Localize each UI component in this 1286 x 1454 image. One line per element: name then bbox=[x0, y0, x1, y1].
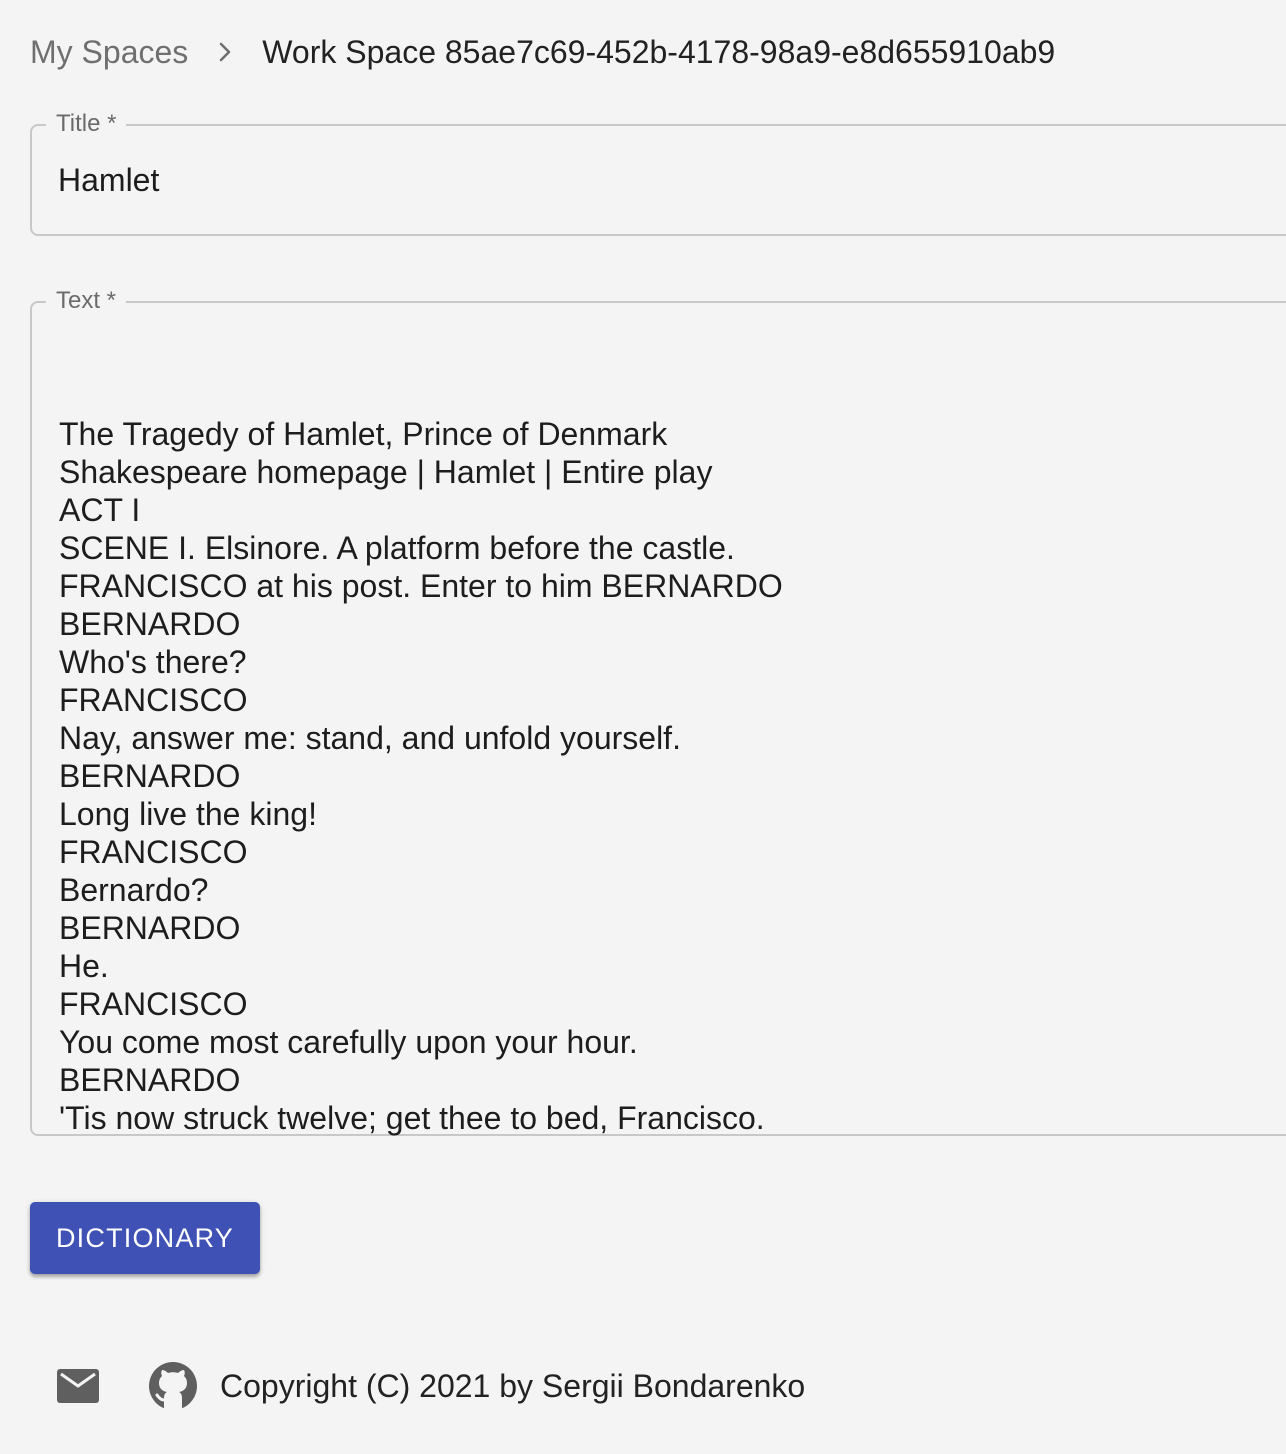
text-line: He. bbox=[59, 948, 109, 984]
text-line: Nay, answer me: stand, and unfold yourse… bbox=[59, 720, 681, 756]
text-line: Bernardo? bbox=[59, 872, 209, 908]
mail-icon[interactable] bbox=[56, 1358, 100, 1414]
title-field: Title * bbox=[30, 109, 1286, 236]
text-line: ACT I bbox=[59, 492, 141, 528]
title-field-label: Title * bbox=[46, 109, 127, 139]
text-line: FRANCISCO at his post. Enter to him BERN… bbox=[59, 568, 783, 604]
text-line: You come most carefully upon your hour. bbox=[59, 1024, 638, 1060]
text-line: 'Tis now struck twelve; get thee to bed,… bbox=[59, 1100, 765, 1136]
copyright-text: Copyright (C) 2021 by Sergii Bondarenko bbox=[220, 1367, 806, 1404]
text-line: SCENE I. Elsinore. A platform before the… bbox=[59, 530, 735, 566]
text-line: Shakespeare homepage | Hamlet | Entire p… bbox=[59, 454, 713, 490]
breadcrumb-current-workspace: Work Space 85ae7c69-452b-4178-98a9-e8d65… bbox=[262, 33, 1056, 70]
text-line: The Tragedy of Hamlet, Prince of Denmark bbox=[59, 416, 668, 452]
text-line: BERNARDO bbox=[59, 910, 241, 946]
text-line: BERNARDO bbox=[59, 758, 241, 794]
text-line: FRANCISCO bbox=[59, 986, 248, 1022]
title-input[interactable] bbox=[58, 160, 1158, 200]
text-textarea[interactable]: The Tragedy of Hamlet, Prince of Denmark… bbox=[59, 377, 1259, 1137]
text-line: BERNARDO bbox=[59, 1062, 241, 1098]
text-line: Who's there? bbox=[59, 644, 247, 680]
text-line: BERNARDO bbox=[59, 606, 241, 642]
text-line: FRANCISCO bbox=[59, 682, 248, 718]
github-icon[interactable] bbox=[148, 1358, 198, 1414]
breadcrumb-my-spaces-link[interactable]: My Spaces bbox=[30, 34, 188, 71]
text-line: Long live the king! bbox=[59, 796, 317, 832]
dictionary-button[interactable]: DICTIONARY bbox=[30, 1202, 260, 1274]
text-field: Text * The Tragedy of Hamlet, Prince of … bbox=[30, 286, 1286, 1137]
breadcrumb: My Spaces Work Space 85ae7c69-452b-4178-… bbox=[30, 28, 1055, 76]
text-line bbox=[59, 377, 1259, 415]
text-field-label: Text * bbox=[46, 286, 127, 316]
chevron-right-icon bbox=[188, 28, 262, 76]
text-line: FRANCISCO bbox=[59, 834, 248, 870]
footer: Copyright (C) 2021 by Sergii Bondarenko bbox=[56, 1358, 805, 1414]
